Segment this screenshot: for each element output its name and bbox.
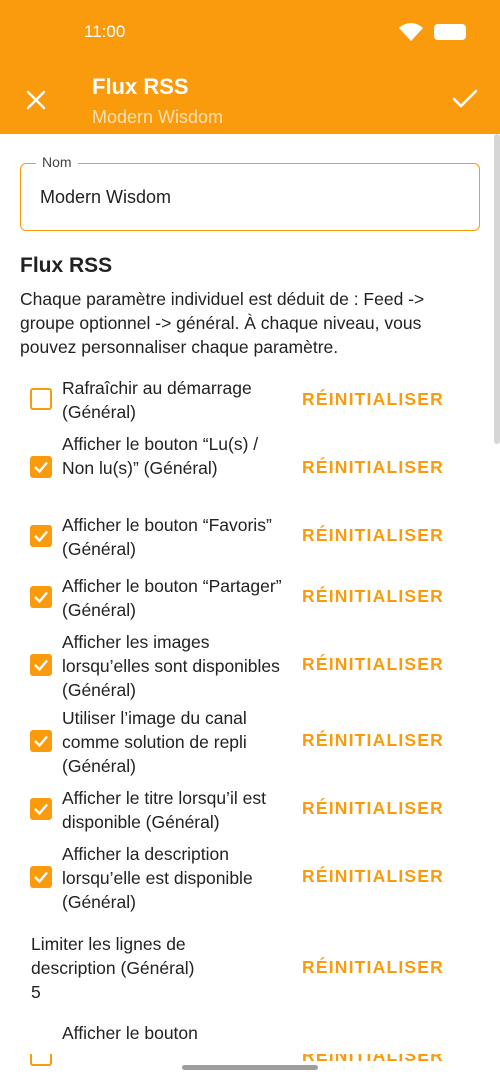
- home-indicator[interactable]: [182, 1065, 318, 1070]
- reset-button[interactable]: RÉINITIALISER: [302, 389, 444, 410]
- check-icon: [34, 530, 48, 543]
- page-subtitle: Modern Wisdom: [92, 107, 224, 127]
- app-bar: 11:00 Flux RSS Modern Wisdom: [0, 0, 500, 134]
- checkbox-channel-image-fallback[interactable]: [30, 730, 52, 752]
- setting-label: Utiliser l’image du canal comme solution…: [62, 708, 247, 776]
- reset-button[interactable]: RÉINITIALISER: [302, 654, 444, 675]
- reset-button[interactable]: RÉINITIALISER: [302, 730, 444, 751]
- close-button[interactable]: [20, 84, 52, 116]
- reset-button[interactable]: RÉINITIALISER: [302, 457, 444, 478]
- name-input[interactable]: [40, 187, 460, 208]
- name-field-label: Nom: [36, 154, 78, 170]
- bottom-clip: [0, 1040, 500, 1054]
- scrollbar[interactable]: [494, 134, 500, 444]
- checkbox-share-button[interactable]: [30, 586, 52, 608]
- setting-label: Afficher les images lorsqu’elles sont di…: [62, 632, 280, 700]
- check-icon: [34, 591, 48, 604]
- status-time: 11:00: [84, 22, 126, 41]
- setting-label: Limiter les lignes de description (Génér…: [31, 934, 195, 978]
- section-title: Flux RSS: [20, 254, 113, 277]
- check-icon: [452, 89, 478, 108]
- checkbox-refresh-on-start[interactable]: [30, 388, 52, 410]
- checkbox-show-images[interactable]: [30, 654, 52, 676]
- setting-label: Afficher la description lorsqu’elle est …: [62, 844, 253, 912]
- checkbox-favorites-button[interactable]: [30, 525, 52, 547]
- wifi-icon: [399, 23, 423, 41]
- setting-label: Afficher le bouton “Partager” (Général): [62, 576, 282, 620]
- reset-button[interactable]: RÉINITIALISER: [302, 866, 444, 887]
- setting-label: Afficher le bouton “Lu(s) / Non lu(s)” (…: [62, 434, 259, 478]
- setting-value: 5: [31, 982, 41, 1002]
- setting-label: Rafraîchir au démarrage (Général): [62, 378, 252, 422]
- check-icon: [34, 803, 48, 816]
- checkbox-read-button[interactable]: [30, 456, 52, 478]
- page-title: Flux RSS: [92, 74, 189, 99]
- check-icon: [34, 871, 48, 884]
- setting-label: Afficher le bouton “Favoris” (Général): [62, 515, 272, 559]
- reset-button[interactable]: RÉINITIALISER: [302, 798, 444, 819]
- section-description: Chaque paramètre individuel est déduit d…: [20, 289, 425, 357]
- battery-icon: [434, 24, 466, 40]
- close-icon: [26, 90, 46, 110]
- setting-label: Afficher le titre lorsqu’il est disponib…: [62, 788, 266, 832]
- reset-button[interactable]: RÉINITIALISER: [302, 957, 444, 978]
- save-button[interactable]: [448, 82, 482, 116]
- checkbox-show-description[interactable]: [30, 866, 52, 888]
- checkbox-show-title[interactable]: [30, 798, 52, 820]
- status-icons: [398, 22, 466, 42]
- reset-button[interactable]: RÉINITIALISER: [302, 586, 444, 607]
- reset-button[interactable]: RÉINITIALISER: [302, 525, 444, 546]
- check-icon: [34, 735, 48, 748]
- check-icon: [34, 659, 48, 672]
- check-icon: [34, 461, 48, 474]
